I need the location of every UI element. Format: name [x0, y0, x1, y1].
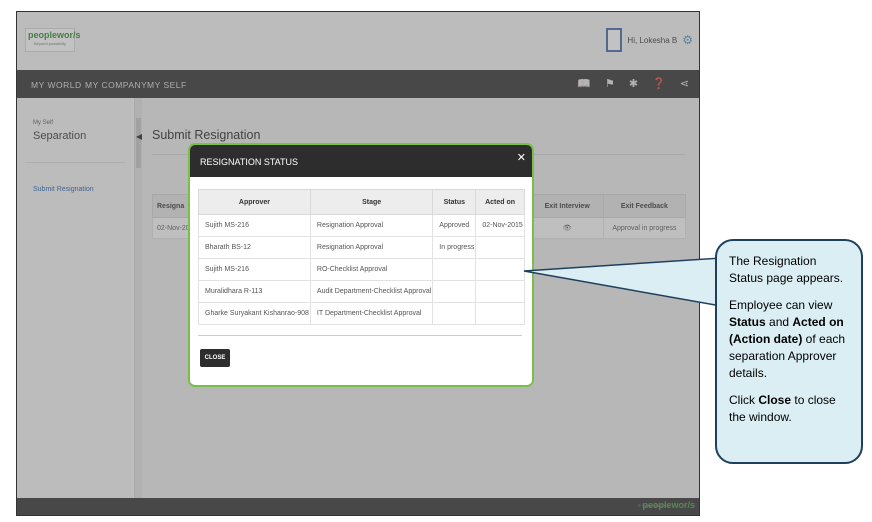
callout-pointer-shape	[523, 257, 722, 307]
callout-text-2a: Employee can view	[729, 298, 833, 312]
callout-box: The Resignation Status page appears. Emp…	[715, 239, 863, 464]
callout-text-2c: and	[765, 315, 793, 329]
callout-status-word: Status	[729, 315, 766, 329]
callout-text-2: Employee can view Status and Acted on (A…	[729, 297, 851, 382]
callout-text-3a: Click	[729, 393, 759, 407]
callout-close-word: Close	[758, 393, 792, 407]
callout-text-1: The Resignation Status page appears.	[729, 254, 844, 285]
callout-text-3: Click Close to close the window.	[729, 392, 851, 426]
